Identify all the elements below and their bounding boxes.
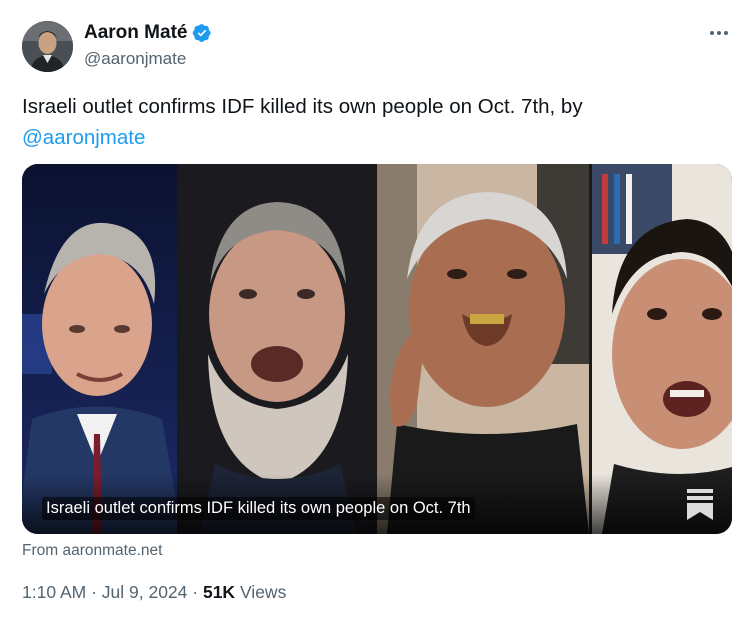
tweet-text: Israeli outlet confirms IDF killed its o…	[22, 91, 722, 153]
verified-badge-icon	[193, 24, 212, 42]
views-count: 51K	[202, 582, 236, 602]
card-source-link[interactable]: From aaronmate.net	[22, 542, 162, 560]
tweet-time[interactable]: 1:10 AM	[22, 582, 86, 602]
avatar-image	[22, 21, 73, 72]
author-name-row[interactable]: Aaron Maté	[84, 22, 212, 44]
views-label: Views	[239, 582, 287, 602]
author-handle[interactable]: @aaronjmate	[84, 49, 186, 69]
bookmark-article-icon	[687, 489, 713, 520]
author-name[interactable]: Aaron Maté	[84, 22, 187, 44]
mention-link[interactable]: @aaronjmate	[22, 122, 722, 153]
tweet-date[interactable]: Jul 9, 2024	[102, 582, 188, 602]
more-options-icon[interactable]	[706, 20, 732, 46]
tweet-meta: 1:10 AM · Jul 9, 2024 · 51K Views	[22, 582, 287, 602]
tweet-body: Israeli outlet confirms IDF killed its o…	[22, 95, 583, 118]
card-caption: Israeli outlet confirms IDF killed its o…	[42, 497, 475, 520]
avatar[interactable]	[22, 21, 73, 72]
link-card[interactable]: Israeli outlet confirms IDF killed its o…	[22, 164, 732, 534]
